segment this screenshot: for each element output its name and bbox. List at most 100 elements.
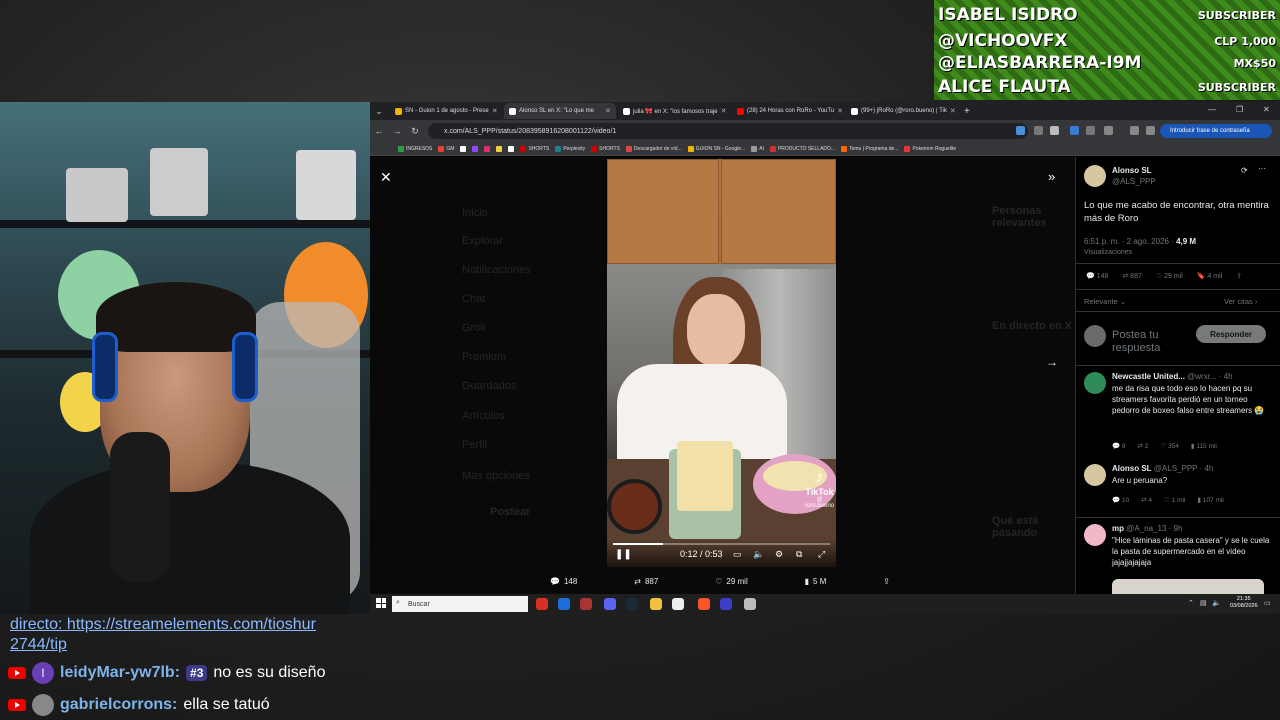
captions-icon[interactable]: ▭ xyxy=(733,549,742,560)
extensions-icon[interactable] xyxy=(1104,126,1113,135)
share-button[interactable]: ⇪ xyxy=(883,577,890,586)
close-icon[interactable]: ✕ xyxy=(950,107,956,115)
network-icon[interactable]: ▤ xyxy=(1200,599,1207,607)
pause-icon[interactable]: ❚❚ xyxy=(615,549,632,560)
chrome-icon[interactable] xyxy=(580,598,592,610)
bookmark[interactable]: AI xyxy=(751,145,764,152)
tiktok-icon[interactable] xyxy=(508,145,515,152)
video-player[interactable]: ♪ TikTok @ roro.bueno ❚❚ 0:12 / 0:53 ▭ 🔈… xyxy=(607,159,836,567)
profile-icon[interactable] xyxy=(1146,126,1155,135)
tab-youtube[interactable]: (28) 24 Horas con RoRo - YouTu ✕ xyxy=(732,103,844,119)
quotes-link[interactable]: Ver citas › xyxy=(1224,297,1257,306)
tweet-timestamp[interactable]: 6:51 p. m. · 2 ago. 2026 · xyxy=(1084,237,1174,246)
close-icon[interactable]: ✕ xyxy=(380,169,392,186)
grok-icon[interactable]: ⟳ xyxy=(1241,166,1248,175)
next-arrow-icon[interactable]: → xyxy=(1046,355,1058,369)
collapse-panel-icon[interactable]: » xyxy=(1048,169,1055,184)
bookmark-icon[interactable] xyxy=(496,145,503,152)
bookmark[interactable]: SHORTS xyxy=(520,145,549,152)
reply-count[interactable]: 💬 148 xyxy=(550,577,577,586)
windows-start-icon[interactable] xyxy=(376,598,386,608)
brave-icon[interactable] xyxy=(698,598,710,610)
reply-item[interactable]: mp @A_na_13 · 9h "Hice láminas de pasta … xyxy=(1084,524,1274,594)
reply-media[interactable] xyxy=(1112,579,1264,594)
view-count[interactable]: ▮ 5 M xyxy=(805,577,827,586)
pip-icon[interactable]: ⧉ xyxy=(796,549,802,560)
settings-icon[interactable]: ⚙ xyxy=(775,549,783,560)
reply-item[interactable]: Alonso SL @ALS_PPP · 4h Are u peruana? 💬… xyxy=(1084,464,1274,514)
back-icon[interactable]: ← xyxy=(370,126,388,136)
notepad-icon[interactable] xyxy=(672,598,684,610)
bookmark-action[interactable]: 🔖 4 mil xyxy=(1197,272,1222,280)
volume-icon[interactable]: 🔈 xyxy=(1212,599,1221,607)
reload-icon[interactable]: ↻ xyxy=(406,126,424,137)
tab-search-icon[interactable]: ⌄ xyxy=(370,106,388,117)
extension-icon[interactable] xyxy=(1070,126,1079,135)
obs-icon[interactable] xyxy=(720,598,732,610)
star-icon[interactable] xyxy=(1050,126,1059,135)
bookmark[interactable]: SHORTS xyxy=(591,145,620,152)
bookmark[interactable]: Temu | Programa de... xyxy=(841,145,898,152)
tab-alonso[interactable]: Alonso SL en X: "Lo que me ✕ xyxy=(504,103,616,119)
author-handle[interactable]: @ALS_PPP xyxy=(1112,177,1156,186)
like-action[interactable]: ♡ 29 mil xyxy=(1156,272,1183,280)
bookmark[interactable]: PRODUCTO SELLADO... xyxy=(769,145,835,152)
views-action[interactable]: ▮ 115 mil xyxy=(1191,442,1217,450)
progress-bar[interactable] xyxy=(613,543,830,545)
reply-action[interactable]: 💬 10 xyxy=(1112,496,1129,504)
tab-guion[interactable]: SN - Guion 1 de agosto - Prese ✕ xyxy=(390,103,502,119)
close-icon[interactable]: ✕ xyxy=(721,107,727,115)
twitch-icon[interactable] xyxy=(472,145,479,152)
extension-icon[interactable] xyxy=(1086,126,1095,135)
taskbar-clock[interactable]: 21:35 03/08/2026 xyxy=(1230,596,1258,610)
bookmark[interactable]: Perplexity xyxy=(555,145,585,152)
shield-icon[interactable] xyxy=(744,598,756,610)
views-action[interactable]: ▮ 107 mil xyxy=(1197,496,1223,504)
repost-action[interactable]: ⇄ 2 xyxy=(1138,442,1149,450)
reply-item[interactable]: Newcastle United... @wrxr... · 4h me da … xyxy=(1084,372,1274,462)
more-icon[interactable]: ··· xyxy=(1258,164,1266,173)
bookmark[interactable]: GUION SN - Google... xyxy=(687,145,745,152)
address-bar[interactable]: x.com/ALS_PPP/status/2083958916208001122… xyxy=(428,123,1028,139)
download-icon[interactable] xyxy=(1130,126,1139,135)
repost-action[interactable]: ⇄ 4 xyxy=(1141,496,1152,504)
bookmark[interactable]: GM xyxy=(438,145,454,152)
discord-icon[interactable] xyxy=(604,598,616,610)
instagram-icon[interactable] xyxy=(484,145,491,152)
close-icon[interactable]: ✕ xyxy=(837,107,843,115)
tab-julia[interactable]: julia 🎀 en X: "los famosos traje ✕ xyxy=(618,103,730,119)
zoom-icon[interactable] xyxy=(1016,126,1025,135)
avatar[interactable] xyxy=(1084,165,1106,187)
app-icon[interactable] xyxy=(558,598,570,610)
like-action[interactable]: ♡ 1 mil xyxy=(1164,496,1185,504)
close-icon[interactable]: ✕ xyxy=(605,107,611,115)
close-window-icon[interactable]: ✕ xyxy=(1263,105,1270,114)
bookmark[interactable]: Descargador de víd... xyxy=(625,145,682,152)
bookmark[interactable]: Pokemon Roguelite xyxy=(904,145,956,152)
avatar[interactable] xyxy=(1084,372,1106,394)
steam-icon[interactable] xyxy=(626,598,638,610)
new-tab-button[interactable]: + xyxy=(964,106,970,117)
reply-button[interactable]: Responder xyxy=(1196,325,1266,343)
volume-icon[interactable]: 🔈 xyxy=(753,549,764,560)
repost-action[interactable]: ⇄ 887 xyxy=(1122,272,1142,280)
like-count[interactable]: ♡ 29 mil xyxy=(715,577,748,586)
maximize-icon[interactable]: ❐ xyxy=(1236,105,1243,114)
tab-tiktok[interactable]: (99+) jRoRo (@roro.bueno) | Tik ✕ xyxy=(846,103,958,119)
reply-input[interactable]: Postea tu respuesta xyxy=(1112,329,1192,355)
avatar[interactable] xyxy=(1084,524,1106,546)
file-explorer-icon[interactable] xyxy=(650,598,662,610)
share-icon[interactable]: ⇪ xyxy=(1236,272,1242,280)
like-action[interactable]: ♡ 354 xyxy=(1160,442,1179,450)
bookmark[interactable]: INGRESOS xyxy=(398,145,432,152)
chrome-icon[interactable] xyxy=(536,598,548,610)
reply-action[interactable]: 💬 148 xyxy=(1086,272,1108,280)
taskbar-search[interactable]: ⌕ Buscar xyxy=(392,596,528,612)
x-icon[interactable] xyxy=(460,145,467,152)
close-icon[interactable]: ✕ xyxy=(492,107,498,115)
passphrase-button[interactable]: Introducir frase de contraseña xyxy=(1160,124,1272,138)
repost-count[interactable]: ⇄ 887 xyxy=(634,577,658,586)
share-icon[interactable] xyxy=(1034,126,1043,135)
avatar[interactable] xyxy=(1084,464,1106,486)
author-name[interactable]: Alonso SL xyxy=(1112,166,1152,175)
